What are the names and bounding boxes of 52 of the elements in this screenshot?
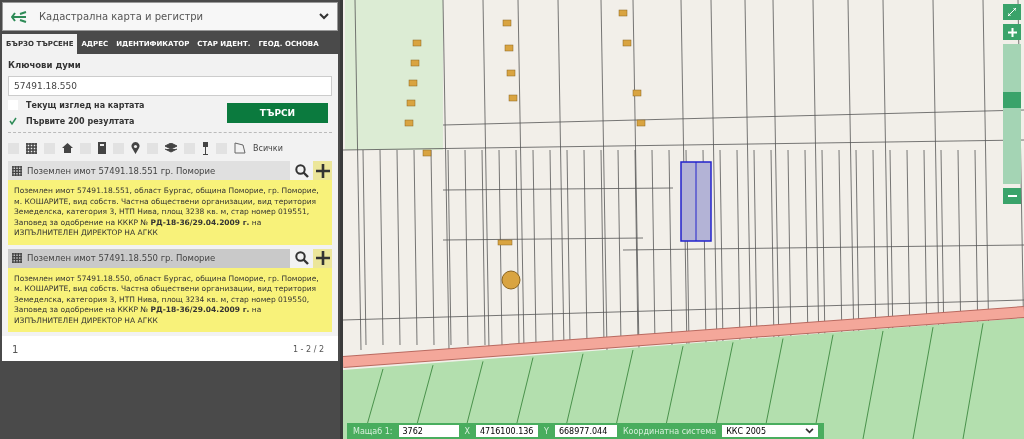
- map-drawing[interactable]: [343, 0, 1024, 439]
- marker-icon: [202, 141, 209, 155]
- app-header[interactable]: Кадастрална карта и регистри: [2, 2, 338, 31]
- result-count: 1 - 2 / 2: [292, 345, 324, 354]
- coordinate-system-dropdown[interactable]: ККС 2005: [722, 425, 819, 437]
- field-label: Ключови думи: [8, 60, 82, 70]
- keywords-field[interactable]: 57491.18.550: [8, 76, 332, 96]
- coordinate-system-label: Координатна система: [622, 426, 717, 436]
- zoom-slider-thumb[interactable]: [1003, 92, 1021, 108]
- plus-icon: [315, 251, 330, 265]
- search-icon: [294, 251, 309, 265]
- grid-icon: [12, 253, 22, 263]
- home-icon: [62, 143, 73, 153]
- zoom-out-button[interactable]: [1003, 188, 1021, 204]
- chevron-down-icon: [805, 428, 815, 434]
- scale-field[interactable]: 3762: [398, 425, 459, 437]
- layers-icon: [165, 142, 177, 154]
- logo-icon: [11, 10, 29, 23]
- result-title: Поземлен имот 57491.18.550 гр. Поморие: [27, 253, 216, 263]
- result-title: Поземлен имот 57491.18.551 гр. Поморие: [27, 165, 216, 176]
- scale-label: Мащаб 1:: [353, 426, 393, 436]
- x-coordinate-field[interactable]: 4716100.136: [476, 425, 538, 437]
- building-icon: [98, 142, 106, 154]
- option-label: Първите 200 резултата: [26, 116, 135, 126]
- minus-icon: [1007, 195, 1017, 197]
- grid-icon: [12, 165, 22, 176]
- checkbox[interactable]: [8, 116, 18, 126]
- x-label: X: [464, 426, 470, 436]
- y-coordinate-field[interactable]: 668977.044: [554, 425, 617, 437]
- option-label: Текущ изглед на картата: [26, 100, 145, 110]
- fullscreen-button[interactable]: [1003, 4, 1021, 20]
- add-button[interactable]: [313, 248, 332, 268]
- search-button[interactable]: ТЪРСИ: [227, 103, 328, 123]
- zoom-in-button[interactable]: [1003, 24, 1021, 40]
- add-button[interactable]: [313, 161, 332, 180]
- chevron-down-icon: [319, 13, 329, 20]
- filter-all-label: Всички: [253, 143, 283, 153]
- pin-icon: [131, 142, 140, 154]
- y-label: Y: [544, 426, 549, 436]
- zoom-to-button[interactable]: [292, 161, 311, 180]
- zoom-slider[interactable]: [1003, 44, 1021, 184]
- app-title: Кадастрална карта и регистри: [39, 11, 205, 22]
- expand-icon: [1008, 8, 1016, 16]
- result-header[interactable]: Поземлен имот 57491.18.551 гр. Поморие: [8, 161, 290, 180]
- zoom-to-button[interactable]: [292, 248, 311, 268]
- result-header[interactable]: Поземлен имот 57491.18.550 гр. Поморие: [8, 248, 290, 268]
- page-number[interactable]: 1: [12, 344, 19, 355]
- plus-icon: [315, 163, 330, 178]
- grid-icon: [26, 142, 37, 154]
- polygon-icon: [234, 142, 246, 154]
- search-icon: [294, 163, 309, 178]
- plus-icon: [1007, 27, 1017, 37]
